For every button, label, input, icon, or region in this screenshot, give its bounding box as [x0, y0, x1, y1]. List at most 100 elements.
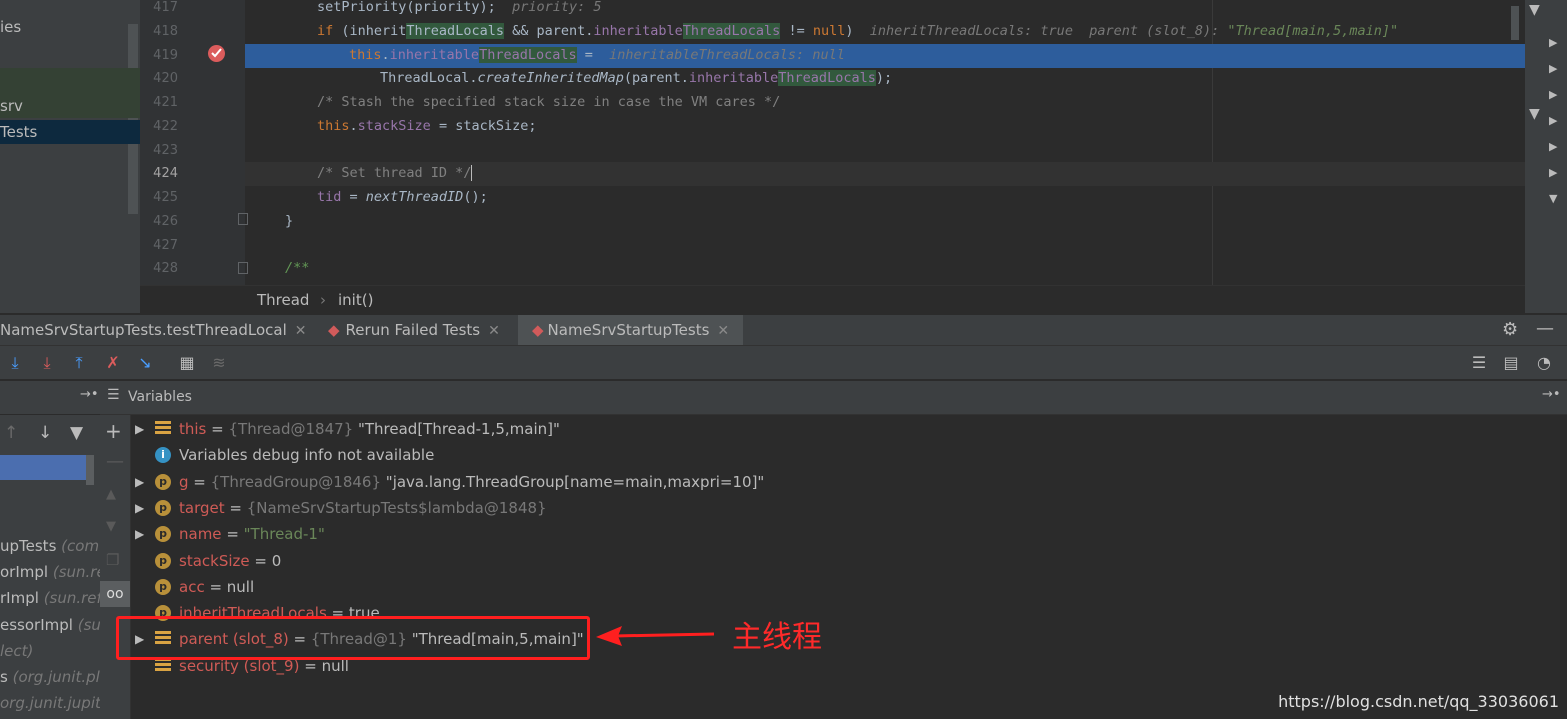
expand-arrow-icon[interactable]: ▶: [135, 416, 149, 442]
pin-icon[interactable]: →•: [80, 387, 99, 402]
info-icon: i: [155, 447, 171, 463]
pin-icon[interactable]: →•: [1542, 387, 1561, 402]
equals-sign: =: [221, 525, 244, 543]
breadcrumb: Thread › init(): [140, 285, 1525, 314]
frames-scrollbar[interactable]: [86, 455, 94, 485]
equals-sign: =: [206, 420, 229, 438]
frame-location: (sun.refl: [52, 563, 100, 581]
equals-sign: =: [224, 499, 247, 517]
code-line-426[interactable]: }: [245, 210, 1525, 234]
variable-value: null: [226, 578, 255, 596]
code-line-420[interactable]: ThreadLocal.createInheritedMap(parent.in…: [245, 67, 1525, 91]
trace-icon[interactable]: ≋: [208, 352, 230, 374]
run-to-cursor-icon[interactable]: ↘: [134, 352, 156, 374]
code-editor[interactable]: setPriority(priority); priority: 5 if (i…: [245, 0, 1525, 285]
editor-scrollbar[interactable]: [1511, 6, 1519, 40]
frame-item[interactable]: essorImpl (sun: [0, 612, 100, 638]
code-line-421[interactable]: /* Stash the specified stack size in cas…: [245, 91, 1525, 115]
breadcrumb-class[interactable]: Thread: [257, 286, 309, 314]
frame-item[interactable]: org.junit.jupite: [0, 690, 100, 716]
variable-value: "Thread[Thread-1,5,main]": [353, 420, 560, 438]
chevron-down-icon[interactable]: ▼: [1529, 106, 1540, 122]
tab-rerun-failed-tests[interactable]: ◆ Rerun Failed Tests ✕: [328, 315, 518, 345]
force-step-into-icon[interactable]: ⤓: [36, 352, 58, 374]
frame-selected[interactable]: [0, 455, 86, 480]
restore-layout-icon[interactable]: ▤: [1500, 352, 1522, 374]
glasses-icon[interactable]: oo: [100, 581, 130, 607]
code-line-418[interactable]: if (inheritThreadLocals && parent.inheri…: [245, 20, 1525, 44]
code-line-428[interactable]: /**: [245, 257, 1525, 281]
code-line-424[interactable]: /* Set thread ID */: [245, 162, 1525, 186]
expand-arrow-icon[interactable]: ▶: [135, 469, 149, 495]
editor-right-strip: ▼ ▼ ▶ ▶ ▶ ▶ ▶ ▶ ▼: [1511, 0, 1567, 313]
memory-icon[interactable]: ◔: [1533, 352, 1555, 374]
parameter-icon: p: [155, 526, 171, 542]
expand-arrow-icon[interactable]: ▶: [135, 521, 149, 547]
variable-value: 0: [271, 552, 282, 570]
line-number: 426: [153, 214, 178, 229]
drop-frame-icon[interactable]: ✗: [102, 352, 124, 374]
add-watch-icon[interactable]: +: [105, 419, 122, 443]
breadcrumb-separator: ›: [320, 291, 326, 309]
gear-icon[interactable]: ⚙: [1502, 319, 1518, 340]
move-up-icon[interactable]: ▲: [106, 487, 116, 502]
field-icon: [155, 421, 171, 437]
close-icon[interactable]: ✕: [488, 323, 500, 339]
inline-value: parent (slot_8):: [1089, 23, 1220, 39]
text-caret: [471, 165, 473, 181]
code-text: /* Set thread ID */: [317, 165, 472, 181]
variable-name: name: [179, 525, 222, 543]
line-number-current: 424: [153, 166, 178, 181]
tab-label: Rerun Failed Tests: [345, 321, 481, 339]
layout-icon[interactable]: ☰: [1468, 352, 1490, 374]
tab-namesrv-startup-tests[interactable]: ◆ NameSrvStartupTests ✕: [518, 315, 743, 345]
frame-location: (sun.refl: [43, 589, 100, 607]
chevron-down-icon[interactable]: ▼: [1529, 2, 1540, 18]
frame-item[interactable]: s (org.junit.pla: [0, 664, 100, 690]
variables-title: Variables: [128, 389, 192, 405]
frame-item[interactable]: upTests (com: [0, 533, 99, 559]
move-down-icon[interactable]: ▼: [106, 519, 116, 534]
line-number: 417: [153, 0, 178, 15]
close-icon[interactable]: ✕: [295, 323, 307, 339]
rerun-icon: ◆: [328, 321, 340, 339]
line-number: 420: [153, 71, 178, 86]
code-line-417[interactable]: setPriority(priority); priority: 5: [245, 0, 1525, 20]
duplicate-icon[interactable]: ❐: [106, 551, 119, 569]
filter-icon[interactable]: ▼: [70, 423, 83, 443]
step-into-icon[interactable]: ⤓: [4, 352, 26, 374]
project-item[interactable]: srv: [0, 94, 23, 118]
line-number: 425: [153, 190, 178, 205]
breadcrumb-method[interactable]: init(): [338, 286, 373, 314]
project-item[interactable]: ies: [0, 15, 21, 39]
arrow-down-icon[interactable]: ↓: [38, 423, 52, 443]
equals-sign: =: [204, 578, 227, 596]
arrow-up-icon[interactable]: ↑: [4, 423, 18, 443]
frame-item[interactable]: orImpl (sun.refl: [0, 559, 100, 585]
tab-test-thread-local[interactable]: NameSrvStartupTests.testThreadLocal ✕: [0, 315, 310, 345]
evaluate-expression-icon[interactable]: ▦: [176, 352, 198, 374]
variable-value: "Thread-1": [243, 525, 325, 543]
field-icon: [155, 658, 171, 674]
variable-name: this: [179, 420, 207, 438]
project-item-selected[interactable]: Tests: [0, 120, 140, 144]
code-line-425[interactable]: tid = nextThreadID();: [245, 186, 1525, 210]
watermark: https://blog.csdn.net/qq_33036061: [1278, 692, 1559, 711]
debug-toolbar: ⤓ ⤓ ⤒ ✗ ↘ ▦ ≋ ☰ ▤ ◔: [0, 346, 1567, 380]
frame-item[interactable]: lect): [0, 638, 33, 664]
code-line-422[interactable]: this.stackSize = stackSize;: [245, 115, 1525, 139]
minimize-icon[interactable]: —: [1536, 318, 1554, 339]
tab-label: NameSrvStartupTests.testThreadLocal: [0, 321, 287, 339]
breakpoint-icon[interactable]: [208, 45, 225, 62]
frames-header: →•: [0, 381, 100, 414]
project-scrollbar[interactable]: [128, 24, 138, 214]
code-line-419-breakpoint[interactable]: this.inheritableThreadLocals = inheritab…: [245, 44, 1525, 68]
frame-method: rImpl: [0, 589, 39, 607]
close-icon[interactable]: ✕: [717, 323, 729, 339]
remove-watch-icon[interactable]: —: [106, 451, 124, 472]
frame-method: essorImpl: [0, 616, 73, 634]
annotation-arrow-icon: [596, 626, 715, 646]
step-out-icon[interactable]: ⤒: [68, 352, 90, 374]
expand-arrow-icon[interactable]: ▶: [135, 495, 149, 521]
frame-item[interactable]: rImpl (sun.refl: [0, 585, 100, 611]
